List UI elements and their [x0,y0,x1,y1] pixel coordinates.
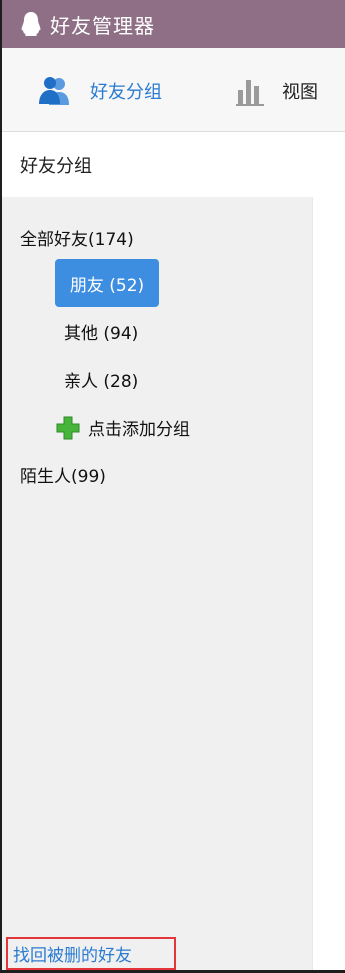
add-group-button[interactable]: 点击添加分组 [56,415,190,440]
users-icon [39,77,69,105]
toolbar-groups-button[interactable]: 好友分组 [38,76,162,106]
title-bar: 好友管理器 [2,0,345,48]
tree-node-strangers[interactable]: 陌生人(99) [20,462,106,487]
add-group-label: 点击添加分组 [88,420,190,440]
recover-deleted-friends-link[interactable]: 找回被删的好友 [6,937,176,970]
bar-chart-icon [236,80,264,106]
toolbar: 好友分组 视图 [2,48,345,132]
window-title: 好友管理器 [50,13,155,38]
panel-divider [312,197,313,970]
section-title: 好友分组 [20,156,92,177]
green-plus-icon [56,416,80,439]
tree-node-family[interactable]: 亲人 (28) [64,367,138,392]
group-tree-panel: 全部好友(174) 朋友 (52) 其他 (94) 亲人 (28) 点击添加分组… [2,197,312,970]
toolbar-groups-label: 好友分组 [90,82,162,103]
toolbar-view-button[interactable]: 视图 [234,76,318,106]
tree-node-all-friends[interactable]: 全部好友(174) [20,225,134,250]
qq-penguin-icon [21,12,41,36]
tree-node-friends-selected[interactable]: 朋友 (52) [55,259,159,307]
toolbar-view-label: 视图 [282,82,318,103]
tree-node-other[interactable]: 其他 (94) [64,319,138,344]
